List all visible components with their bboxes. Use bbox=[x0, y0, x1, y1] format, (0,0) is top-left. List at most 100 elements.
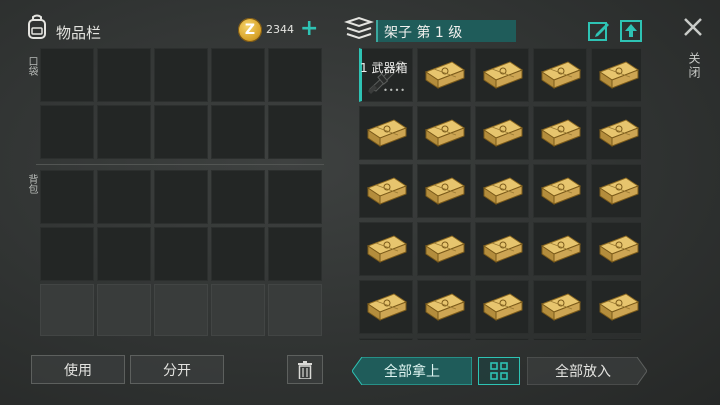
crate-slot[interactable] bbox=[417, 280, 471, 334]
backpack-slot[interactable] bbox=[40, 227, 94, 281]
crate-icon bbox=[596, 174, 640, 208]
pocket-slot[interactable] bbox=[40, 105, 94, 159]
backpack-slot[interactable] bbox=[97, 227, 151, 281]
backpack-slot[interactable] bbox=[211, 170, 265, 224]
pocket-slot[interactable] bbox=[40, 48, 94, 102]
crate-slot[interactable] bbox=[359, 106, 413, 160]
crate-icon bbox=[422, 232, 466, 266]
backpack-slot[interactable] bbox=[268, 170, 322, 224]
coin-icon: Z bbox=[238, 18, 262, 42]
close-icon[interactable] bbox=[682, 16, 704, 38]
coin-glyph: Z bbox=[244, 22, 256, 38]
crate-slot[interactable] bbox=[533, 106, 587, 160]
crate-slot[interactable] bbox=[591, 164, 641, 218]
section-divider bbox=[36, 164, 324, 165]
storage-grid: 1 武器箱 •••• bbox=[359, 48, 641, 340]
shelf-title: 架子 第 1 级 bbox=[384, 25, 463, 41]
crate-slot[interactable] bbox=[475, 164, 529, 218]
crate-icon bbox=[480, 116, 524, 150]
crate-icon bbox=[364, 116, 408, 150]
crate-slot[interactable] bbox=[591, 280, 641, 334]
backpack-slot[interactable] bbox=[211, 227, 265, 281]
crate-slot[interactable] bbox=[533, 338, 587, 340]
crate-slot[interactable] bbox=[475, 222, 529, 276]
locked-slot bbox=[211, 284, 265, 336]
use-button[interactable]: 使用 bbox=[31, 355, 125, 384]
pocket-slot[interactable] bbox=[268, 105, 322, 159]
crate-icon bbox=[364, 232, 408, 266]
crate-icon bbox=[596, 58, 640, 92]
put-all-button[interactable]: 全部放入 bbox=[527, 357, 639, 385]
crate-icon bbox=[480, 58, 524, 92]
backpack-label: 背包 bbox=[26, 174, 37, 194]
crate-slot[interactable] bbox=[475, 106, 529, 160]
item-label: 1 武器箱 bbox=[360, 61, 408, 75]
backpack-slot[interactable] bbox=[154, 227, 208, 281]
inventory-title: 物品栏 bbox=[56, 24, 102, 42]
crate-icon bbox=[538, 174, 582, 208]
crate-slot[interactable] bbox=[533, 164, 587, 218]
crate-icon bbox=[422, 116, 466, 150]
crate-icon bbox=[422, 174, 466, 208]
pocket-label: 口袋 bbox=[26, 56, 37, 76]
backpack-slot[interactable] bbox=[154, 170, 208, 224]
edit-icon[interactable] bbox=[588, 20, 610, 42]
backpack-slot[interactable] bbox=[97, 170, 151, 224]
crate-slot[interactable] bbox=[533, 48, 587, 102]
pocket-slot[interactable] bbox=[268, 48, 322, 102]
crate-slot[interactable] bbox=[417, 48, 471, 102]
durability-dots: •••• bbox=[383, 86, 406, 95]
crate-slot[interactable] bbox=[475, 280, 529, 334]
crate-slot[interactable] bbox=[417, 222, 471, 276]
coin-count: 2344 bbox=[266, 23, 294, 36]
upgrade-icon[interactable] bbox=[620, 20, 642, 42]
crate-slot[interactable] bbox=[359, 164, 413, 218]
crate-slot[interactable] bbox=[591, 222, 641, 276]
weapon-crate-slot[interactable]: 1 武器箱 •••• bbox=[359, 48, 413, 102]
crate-slot[interactable] bbox=[359, 222, 413, 276]
trash-icon bbox=[298, 360, 312, 379]
crate-slot[interactable] bbox=[417, 338, 471, 340]
crate-slot[interactable] bbox=[475, 48, 529, 102]
crate-icon bbox=[480, 174, 524, 208]
locked-slot bbox=[40, 284, 94, 336]
pocket-grid bbox=[40, 48, 322, 159]
pocket-slot[interactable] bbox=[211, 105, 265, 159]
crate-slot[interactable] bbox=[591, 48, 641, 102]
take-all-button[interactable]: 全部拿上 bbox=[352, 357, 472, 385]
crate-icon bbox=[364, 290, 408, 324]
crate-icon bbox=[596, 116, 640, 150]
close-label[interactable]: 关闭 bbox=[686, 52, 703, 80]
pocket-slot[interactable] bbox=[154, 48, 208, 102]
crate-slot[interactable] bbox=[359, 338, 413, 340]
crate-slot[interactable] bbox=[359, 280, 413, 334]
crate-slot[interactable] bbox=[417, 164, 471, 218]
locked-slot bbox=[154, 284, 208, 336]
crate-icon bbox=[596, 232, 640, 266]
shelf-icon bbox=[344, 16, 374, 40]
crate-slot[interactable] bbox=[475, 338, 529, 340]
pocket-slot[interactable] bbox=[154, 105, 208, 159]
crate-slot[interactable] bbox=[591, 338, 641, 340]
crate-slot[interactable] bbox=[591, 106, 641, 160]
backpack-slot[interactable] bbox=[268, 227, 322, 281]
crate-slot[interactable] bbox=[533, 280, 587, 334]
split-button[interactable]: 分开 bbox=[130, 355, 224, 384]
pocket-slot[interactable] bbox=[97, 48, 151, 102]
crate-slot[interactable] bbox=[417, 106, 471, 160]
trash-button[interactable] bbox=[287, 355, 323, 384]
add-coins-button[interactable]: + bbox=[300, 15, 318, 43]
sort-button[interactable] bbox=[478, 357, 520, 385]
crate-icon bbox=[538, 116, 582, 150]
crate-slot[interactable] bbox=[533, 222, 587, 276]
crate-icon bbox=[422, 290, 466, 324]
pocket-slot[interactable] bbox=[211, 48, 265, 102]
crate-icon bbox=[538, 290, 582, 324]
crate-icon bbox=[538, 232, 582, 266]
backpack-slot[interactable] bbox=[40, 170, 94, 224]
crate-icon bbox=[364, 174, 408, 208]
crate-icon bbox=[596, 290, 640, 324]
backpack-icon bbox=[28, 14, 46, 39]
locked-slot bbox=[97, 284, 151, 336]
pocket-slot[interactable] bbox=[97, 105, 151, 159]
